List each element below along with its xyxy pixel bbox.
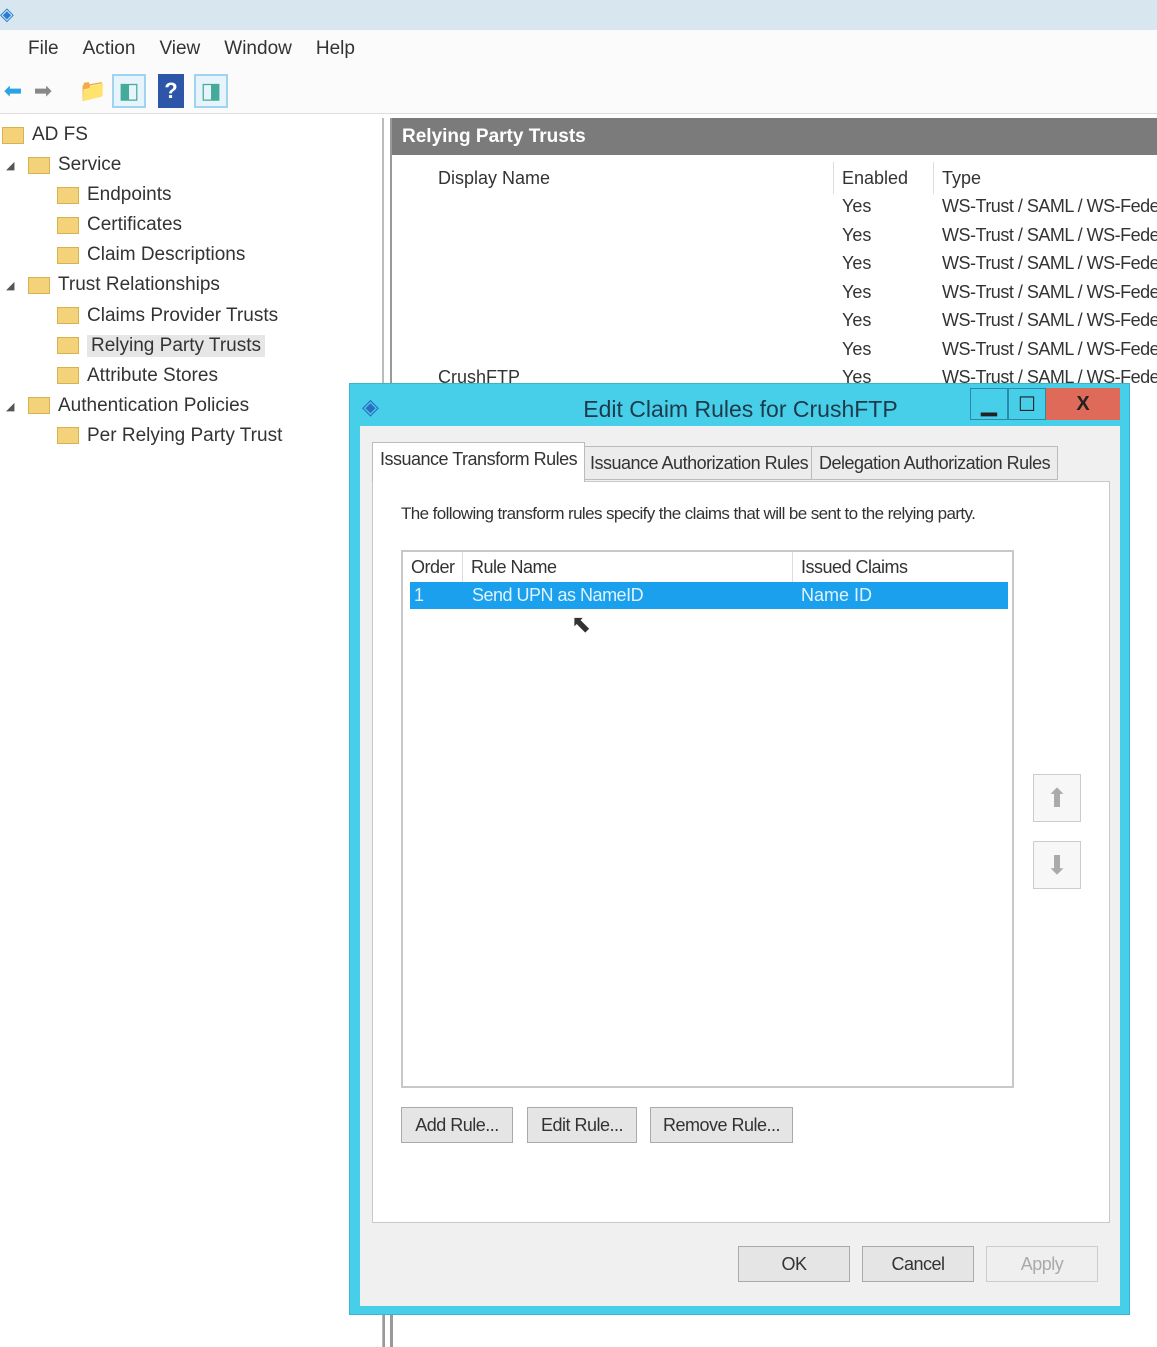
rules-list[interactable]: Order Rule Name Issued Claims 1 Send UPN… [401, 550, 1014, 1088]
menu-action[interactable]: Action [83, 38, 136, 60]
column-order[interactable]: Order [403, 552, 463, 582]
trust-type: WS-Trust / SAML / WS-Fede [942, 224, 1157, 245]
move-down-button[interactable]: ⬇ [1033, 841, 1081, 889]
expand-arrow-icon[interactable]: ◢ [6, 159, 14, 172]
toolbar: ⬅ ➡ 📁 ◧ ? ◨ [0, 68, 1157, 114]
tab-delegation-authorization-rules[interactable]: Delegation Authorization Rules [811, 446, 1059, 480]
tree-label: AD FS [32, 124, 88, 145]
folder-icon [57, 367, 79, 385]
tree-item[interactable]: Authentication Policies [28, 392, 249, 420]
tree-label: Endpoints [87, 184, 172, 206]
tree-label: Relying Party Trusts [87, 334, 265, 357]
dialog-body: Issuance Transform Rules Issuance Author… [360, 426, 1120, 1306]
trust-type: WS-Trust / SAML / WS-Fede [942, 196, 1157, 216]
window-title-bar: ◈ [0, 0, 1157, 30]
column-display-name[interactable]: Display Name [430, 162, 834, 194]
tree-label: Authentication Policies [58, 394, 250, 416]
menu-bar: File Action View Window Help [0, 30, 1157, 68]
folder-icon [57, 307, 79, 324]
folder-icon [2, 126, 24, 144]
arrow-down-icon: ⬇ [1046, 849, 1068, 880]
tree-label: Attribute Stores [87, 364, 218, 386]
tree-item[interactable]: Per Relying Party Trust [57, 422, 282, 450]
folder-icon [57, 246, 79, 264]
arrow-up-icon: ⬆ [1046, 782, 1068, 813]
tree-item[interactable]: Relying Party Trusts [57, 332, 265, 360]
folder-icon [57, 427, 79, 445]
forward-icon[interactable]: ➡ [26, 74, 60, 108]
tree-item[interactable]: Claim Descriptions [57, 241, 245, 269]
tree-label: Claim Descriptions [87, 244, 246, 266]
show-action-pane-icon[interactable]: ◨ [194, 74, 228, 108]
tree-root[interactable]: AD FS [2, 121, 88, 149]
maximize-button[interactable]: ☐ [1008, 388, 1046, 420]
minimize-button[interactable]: ▁ [970, 388, 1008, 420]
column-type[interactable]: Type [934, 162, 1157, 194]
tab-issuance-transform-rules[interactable]: Issuance Transform Rules [372, 442, 586, 482]
folder-icon [57, 216, 79, 234]
pane-title: Relying Party Trusts [392, 118, 1157, 155]
add-rule-button[interactable]: Add Rule... [401, 1107, 513, 1143]
trust-type: WS-Trust / SAML / WS-Fede [942, 310, 1157, 330]
remove-rule-button[interactable]: Remove Rule... [650, 1107, 793, 1143]
help-icon[interactable]: ? [158, 74, 184, 108]
cancel-button[interactable]: Cancel [862, 1246, 974, 1282]
trust-enabled: Yes [842, 338, 872, 359]
tree-item[interactable]: Attribute Stores [57, 362, 218, 390]
trust-enabled: Yes [842, 281, 872, 302]
tree-item[interactable]: Trust Relationships [28, 271, 220, 299]
edit-rule-button[interactable]: Edit Rule... [527, 1107, 637, 1143]
folder-icon [28, 156, 50, 174]
rule-row[interactable]: 1 Send UPN as NameID Name ID [410, 582, 1008, 609]
up-folder-icon[interactable]: 📁 [76, 74, 110, 108]
menu-window[interactable]: Window [224, 38, 292, 60]
folder-icon [57, 186, 79, 204]
trust-enabled: Yes [842, 196, 872, 216]
rule-issued-claims: Name ID [801, 585, 873, 605]
mouse-cursor-icon: ⬉ [571, 611, 592, 638]
tab-issuance-authorization-rules[interactable]: Issuance Authorization Rules [582, 446, 817, 480]
rule-name: Send UPN as NameID [472, 585, 644, 605]
trust-type: WS-Trust / SAML / WS-Fede [942, 253, 1157, 273]
menu-view[interactable]: View [159, 38, 200, 60]
folder-icon [28, 397, 50, 415]
tab-panel: The following transform rules specify th… [372, 481, 1110, 1223]
folder-icon [57, 337, 79, 355]
tree-label: Service [58, 154, 122, 175]
trust-enabled: Yes [842, 224, 872, 245]
folder-icon [28, 276, 50, 294]
apply-button[interactable]: Apply [986, 1246, 1098, 1282]
rule-order: 1 [414, 585, 425, 605]
tree-label: Claims Provider Trusts [87, 304, 279, 326]
column-issued-claims[interactable]: Issued Claims [793, 552, 1012, 582]
app-icon: ◈ [0, 4, 14, 24]
menu-help[interactable]: Help [316, 38, 355, 60]
ok-button[interactable]: OK [738, 1246, 850, 1282]
trust-type: WS-Trust / SAML / WS-Fede [942, 338, 1157, 359]
show-hide-tree-icon[interactable]: ◧ [112, 74, 146, 108]
tree-label: Trust Relationships [58, 274, 220, 296]
tree-item[interactable]: Endpoints [57, 181, 172, 209]
tree-item[interactable]: Certificates [57, 211, 182, 239]
trust-enabled: Yes [842, 310, 872, 330]
trust-type: WS-Trust / SAML / WS-Fede [942, 281, 1157, 302]
expand-arrow-icon[interactable]: ◢ [6, 400, 14, 413]
move-up-button[interactable]: ⬆ [1033, 774, 1081, 822]
console-tree: AD FS Service ◢ Endpoints Certificates Claim… [0, 118, 384, 1347]
close-button[interactable]: X [1046, 388, 1120, 420]
description: The following transform rules specify th… [401, 504, 976, 523]
expand-arrow-icon[interactable]: ◢ [6, 279, 14, 292]
pane-divider [383, 1315, 393, 1347]
menu-file[interactable]: File [28, 38, 59, 60]
column-rule-name[interactable]: Rule Name [463, 552, 793, 582]
edit-claim-rules-dialog: ◈ Edit Claim Rules for CrushFTP ▁ ☐ X Is… [349, 383, 1130, 1315]
tree-label: Per Relying Party Trust [87, 424, 283, 446]
tree-label: Certificates [87, 214, 183, 236]
tree-item[interactable]: Claims Provider Trusts [57, 302, 278, 330]
tree-item[interactable]: Service [28, 151, 121, 179]
trust-enabled: Yes [842, 253, 872, 273]
column-enabled[interactable]: Enabled [834, 162, 934, 194]
